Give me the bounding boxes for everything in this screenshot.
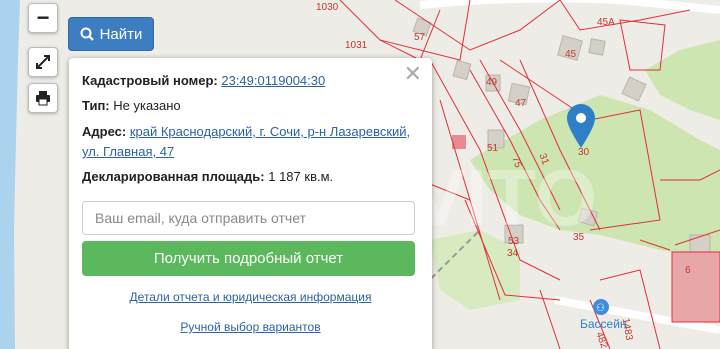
search-button[interactable]: Найти — [68, 17, 154, 51]
parcel-info-popup: ✕ Кадастровый номер: 23:49:0119004:30 Ти… — [69, 58, 432, 349]
parcel-label-1031: 1031 — [345, 40, 368, 51]
address-link-line2[interactable]: ул. Главная, 47 — [82, 144, 174, 159]
parcel-highlight — [671, 251, 720, 323]
type-row: Тип: Не указано — [82, 96, 181, 116]
type-label: Тип: — [82, 98, 110, 113]
parcel-label-45: 45 — [565, 49, 577, 60]
fullscreen-button[interactable] — [28, 47, 58, 77]
parcel-label-49: 49 — [486, 77, 498, 88]
close-icon[interactable]: ✕ — [404, 63, 422, 85]
parcel-label-45a: 45А — [597, 17, 615, 28]
report-details-link[interactable]: Детали отчета и юридическая информация — [130, 290, 372, 304]
cadastral-number-link[interactable]: 23:49:0119004:30 — [221, 73, 325, 88]
parcel-label-47: 47 — [515, 98, 527, 109]
search-label: Найти — [99, 25, 143, 43]
address-label: Адрес: — [82, 124, 127, 139]
printer-icon — [36, 91, 50, 106]
area-row: Декларированная площадь: 1 187 кв.м. — [82, 167, 333, 187]
parcel-label-1030: 1030 — [316, 2, 339, 13]
manual-selection-link[interactable]: Ручной выбор вариантов — [180, 320, 320, 334]
area-value: 1 187 кв.м. — [268, 169, 334, 184]
parcel-label-6: 6 — [685, 265, 691, 276]
address-link-line1[interactable]: край Краснодарский, г. Сочи, р-н Лазарев… — [130, 124, 410, 139]
pool-label: Бассейн — [580, 317, 627, 331]
get-report-button[interactable]: Получить подробный отчет — [82, 241, 415, 276]
parcel-label-34: 34 — [507, 248, 519, 259]
email-field[interactable] — [82, 201, 415, 235]
search-icon — [80, 27, 94, 41]
expand-icon — [36, 55, 50, 69]
minus-icon: − — [36, 5, 50, 30]
zoom-out-button[interactable]: − — [28, 3, 58, 33]
print-button[interactable] — [28, 83, 58, 113]
svg-text:⚇: ⚇ — [596, 303, 605, 314]
cadastral-row: Кадастровый номер: 23:49:0119004:30 — [82, 71, 325, 91]
address-row: Адрес: край Краснодарский, г. Сочи, р-н … — [82, 122, 410, 162]
cadastral-label: Кадастровый номер: — [82, 73, 218, 88]
parcel-label-57: 57 — [414, 32, 426, 43]
type-value: Не указано — [113, 98, 181, 113]
area-label: Декларированная площадь: — [82, 169, 265, 184]
